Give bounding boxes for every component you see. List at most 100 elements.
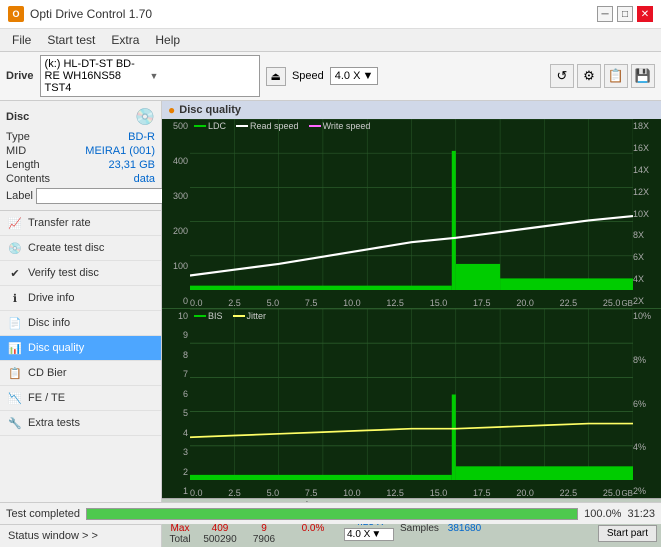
copy-button[interactable]: 📋: [604, 64, 628, 88]
bx-0: 0.0: [190, 488, 203, 498]
total-ldc: 500290: [200, 534, 240, 545]
sidebar-item-disc-info[interactable]: 📄 Disc info: [0, 311, 161, 336]
disc-mid-value: MEIRA1 (001): [85, 145, 155, 157]
start-part-button[interactable]: Start part: [598, 525, 657, 542]
x-20: 20.0: [516, 298, 534, 308]
disc-type-row: Type BD-R: [6, 131, 155, 143]
x-5: 5.0: [267, 298, 280, 308]
disc-type-label: Type: [6, 131, 30, 143]
speed-dropdown[interactable]: 4.0 X ▼: [330, 67, 379, 85]
progress-time: 31:23: [627, 508, 655, 520]
read-speed-legend: Read speed: [236, 121, 299, 131]
bis-y-8: 8: [162, 350, 190, 360]
disc-mid-row: MID MEIRA1 (001): [6, 145, 155, 157]
sidebar-item-transfer-rate[interactable]: 📈 Transfer rate: [0, 211, 161, 236]
max-ldc: 409: [200, 523, 240, 534]
bis-y-2pct: 2%: [633, 486, 661, 496]
bis-y-7: 7: [162, 369, 190, 379]
transfer-rate-icon: 📈: [8, 216, 22, 230]
disc-panel: Disc 💿 Type BD-R MID MEIRA1 (001) Length…: [0, 101, 161, 211]
sidebar-item-cd-bier[interactable]: 📋 CD Bier: [0, 361, 161, 386]
x-17-5: 17.5: [473, 298, 491, 308]
content-area: ● Disc quality 500 400 300 200 100 0 1: [162, 101, 661, 547]
write-speed-legend-label: Write speed: [323, 121, 371, 131]
sidebar-item-fe-te[interactable]: 📉 FE / TE: [0, 386, 161, 411]
x-15: 15.0: [430, 298, 448, 308]
eject-button[interactable]: ⏏: [266, 67, 286, 86]
speed-dropdown-arrow: ▼: [362, 70, 373, 82]
total-jitter: [288, 534, 338, 545]
ldc-chart: 500 400 300 200 100 0 18X 16X 14X 12X 10…: [162, 119, 661, 309]
menu-start-test[interactable]: Start test: [39, 31, 103, 49]
sidebar-item-extra-tests[interactable]: 🔧 Extra tests: [0, 411, 161, 436]
x-25-gb: 25.0GB: [603, 298, 633, 308]
drive-dropdown[interactable]: (k:) HL-DT-ST BD-RE WH16NS58 TST4 ▼: [40, 55, 260, 97]
bis-y-10: 10: [162, 311, 190, 321]
sidebar-item-label: Disc quality: [28, 342, 84, 354]
sidebar-item-disc-quality[interactable]: 📊 Disc quality: [0, 336, 161, 361]
y-axis-8x: 8X: [633, 230, 661, 240]
bx-15: 15.0: [430, 488, 448, 498]
fe-te-icon: 📉: [8, 391, 22, 405]
sidebar-menu: 📈 Transfer rate 💿 Create test disc ✔ Ver…: [0, 211, 161, 524]
main-container: Disc 💿 Type BD-R MID MEIRA1 (001) Length…: [0, 101, 661, 547]
maximize-button[interactable]: □: [617, 6, 633, 22]
disc-length-label: Length: [6, 159, 40, 171]
bis-y-3: 3: [162, 447, 190, 457]
sidebar-item-label: Extra tests: [28, 417, 80, 429]
settings-button[interactable]: ⚙: [577, 64, 601, 88]
verify-test-disc-icon: ✔: [8, 266, 22, 280]
disc-title: Disc: [6, 111, 29, 123]
x-7-5: 7.5: [305, 298, 318, 308]
y-axis-12x: 12X: [633, 187, 661, 197]
sidebar-item-create-test-disc[interactable]: 💿 Create test disc: [0, 236, 161, 261]
x-10: 10.0: [343, 298, 361, 308]
x-12-5: 12.5: [386, 298, 404, 308]
bis-y-2: 2: [162, 467, 190, 477]
speed-select-arrow: ▼: [371, 529, 381, 540]
dq-panel-header: ● Disc quality: [162, 101, 661, 119]
bx-12-5: 12.5: [386, 488, 404, 498]
ldc-legend-color: [194, 125, 206, 127]
refresh-button[interactable]: ↺: [550, 64, 574, 88]
sidebar-item-label: Drive info: [28, 292, 74, 304]
speed-select[interactable]: 4.0 X ▼: [344, 528, 394, 541]
disc-label-input[interactable]: [36, 188, 174, 204]
disc-quality-icon: 📊: [8, 341, 22, 355]
bis-legend: BIS: [194, 311, 223, 321]
bx-10: 10.0: [343, 488, 361, 498]
ldc-legend: LDC: [194, 121, 226, 131]
bottom-legend: BIS Jitter: [194, 311, 266, 321]
disc-length-value: 23,31 GB: [109, 159, 155, 171]
y-axis-100: 100: [162, 261, 190, 271]
bx-20: 20.0: [516, 488, 534, 498]
dq-title: Disc quality: [179, 104, 241, 116]
sidebar-item-label: Disc info: [28, 317, 70, 329]
minimize-button[interactable]: ─: [597, 6, 613, 22]
dq-title-icon: ●: [168, 103, 175, 117]
titlebar-left: O Opti Drive Control 1.70: [8, 6, 152, 22]
top-x-axis: 0.0 2.5 5.0 7.5 10.0 12.5 15.0 17.5 20.0…: [190, 298, 633, 308]
menu-extra[interactable]: Extra: [103, 31, 147, 49]
toolbar-icons: ↺ ⚙ 📋 💾: [550, 64, 655, 88]
menu-file[interactable]: File: [4, 31, 39, 49]
bx-17-5: 17.5: [473, 488, 491, 498]
extra-tests-icon: 🔧: [8, 416, 22, 430]
write-speed-legend-color: [309, 125, 321, 127]
progress-bar-container: [86, 508, 578, 520]
total-bis: 7906: [246, 534, 282, 545]
y-axis-400: 400: [162, 156, 190, 166]
status-completed: Test completed: [6, 508, 80, 520]
close-button[interactable]: ✕: [637, 6, 653, 22]
sidebar-item-verify-test-disc[interactable]: ✔ Verify test disc: [0, 261, 161, 286]
menu-help[interactable]: Help: [147, 31, 188, 49]
status-window[interactable]: Status window > >: [0, 524, 161, 547]
bx-7-5: 7.5: [305, 488, 318, 498]
read-speed-legend-color: [236, 125, 248, 127]
cd-bier-icon: 📋: [8, 366, 22, 380]
save-button[interactable]: 💾: [631, 64, 655, 88]
x-22-5: 22.5: [560, 298, 578, 308]
jitter-legend-color: [233, 315, 245, 317]
sidebar-item-drive-info[interactable]: ℹ Drive info: [0, 286, 161, 311]
speed-select-value: 4.0 X: [347, 529, 370, 540]
